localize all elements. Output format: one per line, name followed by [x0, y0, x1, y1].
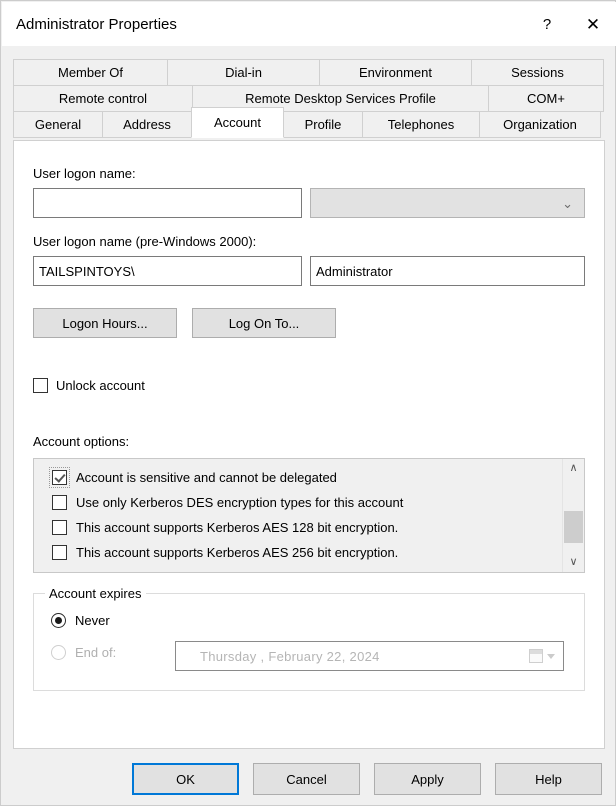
account-option-label: Account is sensitive and cannot be deleg… [76, 470, 337, 485]
tab-row-2: Remote control Remote Desktop Services P… [13, 85, 605, 112]
kerberos-des-checkbox[interactable] [52, 495, 67, 510]
account-options-label: Account options: [33, 434, 130, 449]
end-of-radio[interactable] [51, 645, 66, 660]
cancel-button[interactable]: Cancel [253, 763, 360, 795]
chevron-down-icon: ⌄ [562, 195, 573, 211]
pre-windows-2000-domain-input[interactable] [33, 256, 302, 286]
tab-member-of[interactable]: Member Of [13, 59, 168, 86]
never-radio[interactable] [51, 613, 66, 628]
account-expires-title: Account expires [45, 586, 146, 601]
list-item[interactable]: This account supports Kerberos AES 256 b… [52, 540, 562, 565]
administrator-properties-dialog: Administrator Properties ? ✕ Member Of D… [0, 0, 616, 806]
date-picker-control[interactable] [529, 649, 555, 663]
list-item[interactable]: This account supports Kerberos AES 128 b… [52, 515, 562, 540]
tab-row-3: General Address Account Profile Telephon… [13, 107, 605, 138]
log-on-to-button[interactable]: Log On To... [192, 308, 336, 338]
account-option-label: This account supports Kerberos AES 256 b… [76, 545, 399, 560]
upn-suffix-dropdown[interactable]: ⌄ [310, 188, 585, 218]
tab-account[interactable]: Account [191, 107, 284, 138]
tab-general[interactable]: General [13, 111, 103, 138]
tab-environment[interactable]: Environment [319, 59, 472, 86]
never-label: Never [75, 613, 110, 628]
kerberos-aes-128-checkbox[interactable] [52, 520, 67, 535]
account-option-label: Use only Kerberos DES encryption types f… [76, 495, 404, 510]
list-item[interactable]: Account is sensitive and cannot be deleg… [49, 465, 562, 490]
chevron-down-icon [547, 653, 555, 659]
scrollbar-thumb[interactable] [564, 511, 583, 543]
help-button[interactable]: ? [524, 2, 570, 46]
account-expires-date-value: Thursday , February 22, 2024 [200, 648, 380, 664]
title-bar-buttons: ? ✕ [524, 2, 616, 46]
account-tab-panel: User logon name: ⌄ User logon name (pre-… [13, 140, 605, 749]
pre-windows-2000-user-input[interactable] [310, 256, 585, 286]
unlock-account-checkbox[interactable] [33, 378, 48, 393]
scroll-down-icon[interactable]: ∨ [563, 553, 584, 572]
question-mark-icon: ? [542, 15, 552, 33]
tab-com-plus[interactable]: COM+ [488, 85, 604, 112]
tab-profile[interactable]: Profile [283, 111, 363, 138]
help-footer-button[interactable]: Help [495, 763, 602, 795]
title-bar: Administrator Properties ? ✕ [2, 2, 616, 46]
ok-button[interactable]: OK [132, 763, 239, 795]
kerberos-aes-256-checkbox[interactable] [52, 545, 67, 560]
close-icon: ✕ [585, 14, 601, 34]
pre-windows-2000-label: User logon name (pre-Windows 2000): [33, 234, 257, 249]
user-logon-name-input[interactable] [33, 188, 302, 218]
calendar-icon [529, 649, 543, 663]
window-title: Administrator Properties [16, 15, 177, 33]
tab-address[interactable]: Address [102, 111, 192, 138]
logon-hours-button[interactable]: Logon Hours... [33, 308, 177, 338]
tab-sessions[interactable]: Sessions [471, 59, 604, 86]
account-option-label: This account supports Kerberos AES 128 b… [76, 520, 399, 535]
tab-row-1: Member Of Dial-in Environment Sessions [13, 59, 605, 86]
end-of-label: End of: [75, 645, 117, 660]
account-expires-date-field[interactable]: Thursday , February 22, 2024 [175, 641, 564, 671]
end-of-radio-row[interactable]: End of: [51, 645, 116, 660]
tab-dial-in[interactable]: Dial-in [167, 59, 320, 86]
never-radio-row[interactable]: Never [51, 613, 110, 628]
account-options-items: Account is sensitive and cannot be deleg… [34, 459, 562, 565]
unlock-account-row[interactable]: Unlock account [33, 378, 145, 393]
apply-button[interactable]: Apply [374, 763, 481, 795]
scroll-up-icon[interactable]: ∧ [563, 459, 584, 478]
close-button[interactable]: ✕ [570, 2, 616, 46]
user-logon-name-label: User logon name: [33, 166, 136, 181]
account-options-listbox[interactable]: Account is sensitive and cannot be deleg… [33, 458, 585, 573]
account-options-scrollbar[interactable]: ∧ ∨ [562, 459, 584, 572]
tab-telephones[interactable]: Telephones [362, 111, 480, 138]
unlock-account-label: Unlock account [56, 378, 145, 393]
tab-remote-control[interactable]: Remote control [13, 85, 193, 112]
account-sensitive-checkbox[interactable] [49, 467, 70, 488]
tab-organization[interactable]: Organization [479, 111, 601, 138]
list-item[interactable]: Use only Kerberos DES encryption types f… [52, 490, 562, 515]
tab-strip: Member Of Dial-in Environment Sessions R… [13, 59, 605, 138]
account-expires-group: Account expires Never End of: Thursday ,… [33, 586, 585, 691]
